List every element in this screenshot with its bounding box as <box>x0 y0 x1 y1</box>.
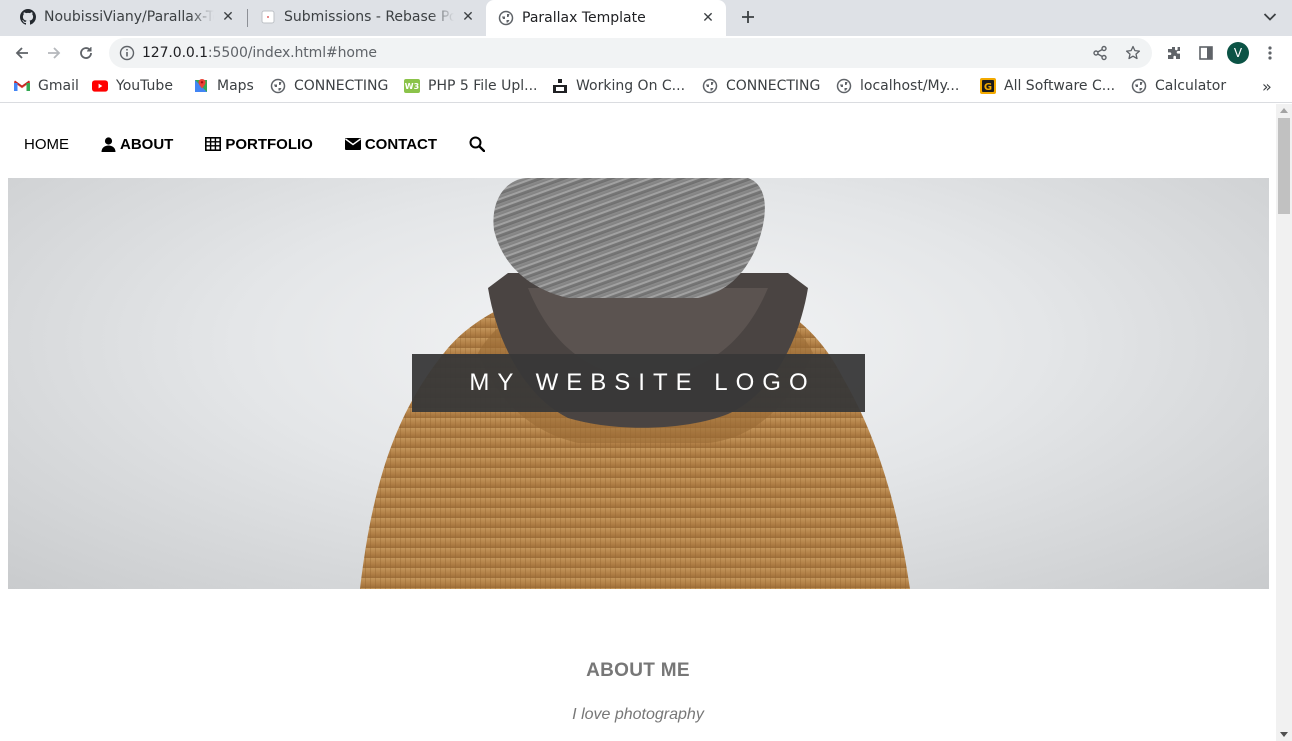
tab-parallax-template[interactable]: Parallax Template ✕ <box>486 0 726 36</box>
arrow-right-icon <box>48 47 61 59</box>
share-icon[interactable] <box>1091 44 1109 62</box>
page-viewport: HOME ABOUT PORTFOLIO CONTACT MY WEBSITE … <box>0 104 1276 741</box>
search-icon <box>469 136 486 152</box>
address-bar[interactable]: 127.0.0.1:5500/index.html#home <box>109 38 1152 68</box>
envelope-icon <box>344 138 361 150</box>
scroll-up-arrow-icon[interactable] <box>1280 108 1288 113</box>
bookmark-gmail[interactable]: Gmail <box>14 77 79 95</box>
chevron-down-icon <box>1263 13 1277 21</box>
tab-github[interactable]: NoubissiViany/Parallax-Template ✕ <box>0 0 246 34</box>
url-text: 127.0.0.1:5500/index.html#home <box>142 45 377 61</box>
nav-home-label: HOME <box>24 135 69 153</box>
svg-text:W3: W3 <box>405 82 419 91</box>
reload-icon <box>80 47 92 59</box>
globe-icon <box>1131 78 1147 94</box>
nav-home[interactable]: HOME <box>8 124 85 164</box>
gmail-icon <box>14 78 30 94</box>
nav-about-label: ABOUT <box>120 135 174 153</box>
bookmark-label: Maps <box>217 78 254 94</box>
tab-search-button[interactable] <box>1258 7 1282 27</box>
close-icon[interactable]: ✕ <box>460 9 476 25</box>
kebab-menu-icon[interactable] <box>1260 43 1280 63</box>
close-icon[interactable]: ✕ <box>700 10 716 26</box>
php-icon: W3 <box>404 78 420 94</box>
table-icon <box>205 137 222 151</box>
about-heading: ABOUT ME <box>586 660 690 681</box>
nav-contact[interactable]: CONTACT <box>329 124 453 164</box>
youtube-icon <box>92 78 108 94</box>
nav-contact-label: CONTACT <box>364 135 438 153</box>
back-button[interactable] <box>9 40 35 66</box>
globe-icon <box>498 10 514 26</box>
browser-toolbar: 127.0.0.1:5500/index.html#home V <box>0 36 1292 70</box>
star-icon[interactable] <box>1124 44 1142 62</box>
tab-strip: NoubissiViany/Parallax-Template ✕ Submis… <box>0 0 1292 36</box>
new-tab-button[interactable] <box>736 5 760 29</box>
page-icon <box>260 9 276 25</box>
extensions-icon[interactable] <box>1164 43 1184 63</box>
bookmark-calculator[interactable]: Calculator <box>1131 77 1226 95</box>
forward-button[interactable] <box>41 40 67 66</box>
page-scrollbar[interactable] <box>1276 104 1292 741</box>
nav-search-button[interactable] <box>453 124 505 164</box>
tab-title: NoubissiViany/Parallax-Template <box>44 9 214 25</box>
bookmark-label: YouTube <box>116 78 173 94</box>
maps-icon <box>193 78 209 94</box>
globe-icon <box>702 78 718 94</box>
about-subtitle: I love photography <box>572 706 704 723</box>
profile-avatar[interactable]: V <box>1227 42 1249 64</box>
svg-text:G: G <box>984 82 992 93</box>
bookmarks-bar: Gmail YouTube Maps CONNECTING W3 PHP 5 F… <box>0 70 1292 103</box>
plus-icon <box>742 11 754 23</box>
bookmark-label: PHP 5 File Upl... <box>428 78 538 94</box>
info-icon[interactable] <box>119 45 135 61</box>
nav-portfolio-label: PORTFOLIO <box>225 135 313 153</box>
tab-title: Parallax Template <box>522 10 646 26</box>
close-icon[interactable]: ✕ <box>220 9 236 25</box>
bookmark-youtube[interactable]: YouTube <box>92 77 173 95</box>
tab-title: Submissions - Rebase Portfolio <box>284 9 454 25</box>
hero-parallax-image: MY WEBSITE LOGO <box>8 178 1269 589</box>
working-icon <box>552 78 568 94</box>
side-panel-icon[interactable] <box>1196 43 1216 63</box>
site-logo: MY WEBSITE LOGO <box>412 354 865 412</box>
nav-portfolio[interactable]: PORTFOLIO <box>189 124 329 164</box>
bookmark-working-on[interactable]: Working On C... <box>552 77 685 95</box>
bookmark-label: Calculator <box>1155 78 1227 94</box>
bookmark-label: CONNECTING <box>726 78 821 94</box>
nav-about[interactable]: ABOUT <box>85 124 189 164</box>
g-icon: G <box>980 78 996 94</box>
scroll-thumb[interactable] <box>1278 118 1290 214</box>
globe-icon <box>836 78 852 94</box>
bookmark-label: CONNECTING <box>294 78 389 94</box>
bookmark-maps[interactable]: Maps <box>193 77 254 95</box>
arrow-left-icon <box>15 47 28 59</box>
scroll-down-arrow-icon[interactable] <box>1280 732 1288 737</box>
site-nav: HOME ABOUT PORTFOLIO CONTACT <box>8 124 505 164</box>
bookmark-label: Working On C... <box>576 78 686 94</box>
bookmark-label: Gmail <box>38 78 79 94</box>
user-icon <box>101 136 116 152</box>
bookmark-localhost[interactable]: localhost/My... <box>836 77 959 95</box>
bookmark-php-upload[interactable]: W3 PHP 5 File Upl... <box>404 77 537 95</box>
bookmark-connecting-2[interactable]: CONNECTING <box>702 77 820 95</box>
tab-submissions[interactable]: Submissions - Rebase Portfolio ✕ <box>240 0 486 34</box>
github-icon <box>20 9 36 25</box>
bookmark-connecting-1[interactable]: CONNECTING <box>270 77 388 95</box>
bookmark-label: All Software C... <box>1004 78 1116 94</box>
bookmarks-overflow-button[interactable]: » <box>1262 77 1272 96</box>
bookmark-all-software[interactable]: G All Software C... <box>980 77 1115 95</box>
bookmark-label: localhost/My... <box>860 78 960 94</box>
globe-icon <box>270 78 286 94</box>
reload-button[interactable] <box>73 40 99 66</box>
